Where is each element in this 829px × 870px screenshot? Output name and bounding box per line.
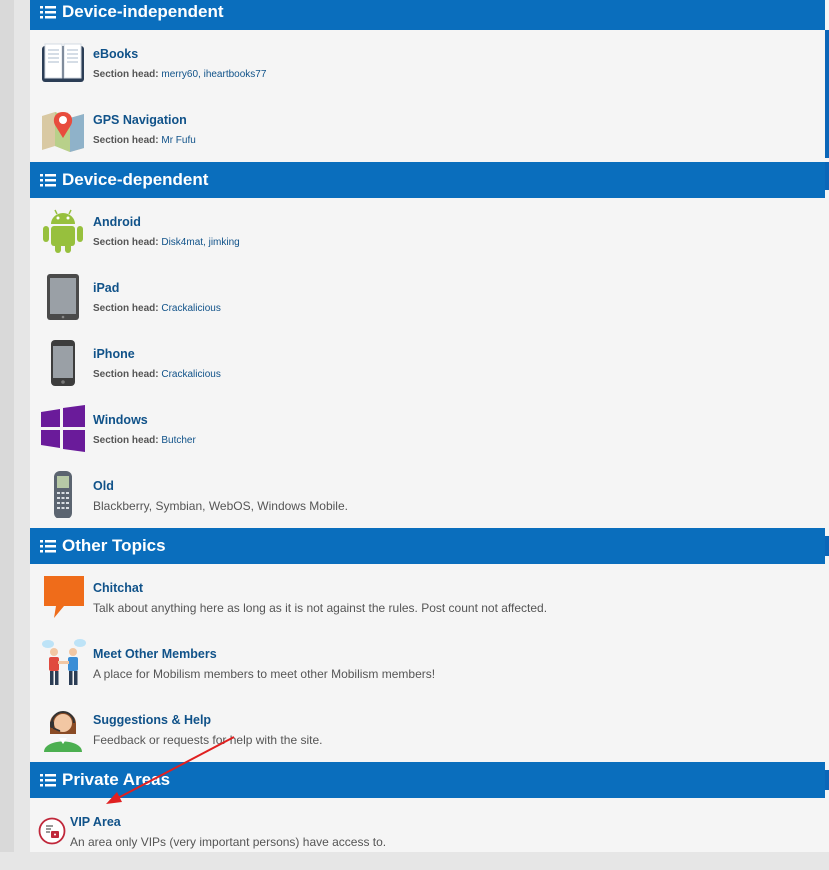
category-title: Device-independent [62,2,224,21]
support-agent-icon [44,711,82,752]
speech-bubble-icon [44,576,84,618]
list-icon [40,6,56,19]
forum-row-chitchat: Chitchat Talk about anything here as lon… [30,570,825,636]
section-head-meta: Section head: Crackalicious [93,303,221,314]
section-head-meta: Section head: merry60, iheartbooks77 [93,69,267,80]
forum-row-iphone: iPhone Section head: Crackalicious [30,336,825,402]
forum-description: Blackberry, Symbian, WebOS, Windows Mobi… [93,499,348,513]
old-phone-icon [54,471,72,518]
section-head-users[interactable]: Butcher [161,435,195,446]
forum-description: Feedback or requests for help with the s… [93,733,323,747]
forum-title-link[interactable]: Old [93,479,114,493]
forum-row-vip-area: VIP Area An area only VIPs (very importa… [30,804,825,870]
forum-row-old: Old Blackberry, Symbian, WebOS, Windows … [30,468,825,534]
section-head-users[interactable]: merry60, iheartbooks77 [161,69,266,80]
forum-title-link[interactable]: VIP Area [70,815,121,829]
category-header-other-topics[interactable]: Other Topics [30,528,825,564]
forum-title-link[interactable]: iPhone [93,347,135,361]
forum-description: Talk about anything here as long as it i… [93,601,548,615]
phone-icon [51,340,75,386]
section-head-meta: Section head: Butcher [93,435,196,446]
section-head-meta: Section head: Disk4mat, jimking [93,237,240,248]
forum-row-ipad: iPad Section head: Crackalicious [30,270,825,336]
category-title: Private Areas [62,770,171,789]
right-edge-strip [825,162,829,190]
forum-title-link[interactable]: Chitchat [93,581,143,595]
forum-title-link[interactable]: Meet Other Members [93,647,217,661]
list-icon [40,174,56,187]
windows-logo-icon [41,405,85,452]
list-icon [40,774,56,787]
tablet-icon [47,274,79,320]
forum-title-link[interactable]: Windows [93,413,148,427]
list-icon [40,540,56,553]
forum-title-link[interactable]: eBooks [93,47,138,61]
section-head-users[interactable]: Crackalicious [161,303,220,314]
forum-description: An area only VIPs (very important person… [70,835,387,849]
category-header-device-independent[interactable]: Device-independent [30,0,825,30]
section-head-meta: Section head: Crackalicious [93,369,221,380]
category-title: Device-dependent [62,170,209,189]
category-title: Other Topics [62,536,166,555]
forum-description: A place for Mobilism members to meet oth… [93,667,436,681]
forum-index-panel: Device-independent eBooks Section head: … [30,0,829,852]
section-head-users[interactable]: Crackalicious [161,369,220,380]
map-pin-icon [42,112,84,152]
left-gutter [0,0,14,852]
forum-title-link[interactable]: iPad [93,281,119,295]
book-icon [42,43,84,82]
forum-row-gps-navigation: GPS Navigation Section head: Mr Fufu [30,102,825,168]
people-meeting-icon [42,639,86,685]
section-head-meta: Section head: Mr Fufu [93,135,196,146]
right-edge-strip [825,536,829,556]
forum-title-link[interactable]: Suggestions & Help [93,713,211,727]
right-edge-strip [825,770,829,790]
category-header-private-areas[interactable]: Private Areas [30,762,825,798]
forum-title-link[interactable]: GPS Navigation [93,113,187,127]
forum-title-link[interactable]: Android [93,215,141,229]
right-edge-strip [825,30,829,158]
section-head-users[interactable]: Mr Fufu [161,135,195,146]
android-icon [43,209,83,253]
forum-row-android: Android Section head: Disk4mat, jimking [30,204,825,270]
category-header-device-dependent[interactable]: Device-dependent [30,162,825,198]
forum-row-suggestions-help: Suggestions & Help Feedback or requests … [30,702,825,768]
forum-row-windows: Windows Section head: Butcher [30,402,825,468]
forum-row-meet-other-members: Meet Other Members A place for Mobilism … [30,636,825,702]
forum-row-ebooks: eBooks Section head: merry60, iheartbook… [30,36,825,102]
section-head-users[interactable]: Disk4mat, jimking [161,237,239,248]
vip-badge-icon [38,817,66,845]
